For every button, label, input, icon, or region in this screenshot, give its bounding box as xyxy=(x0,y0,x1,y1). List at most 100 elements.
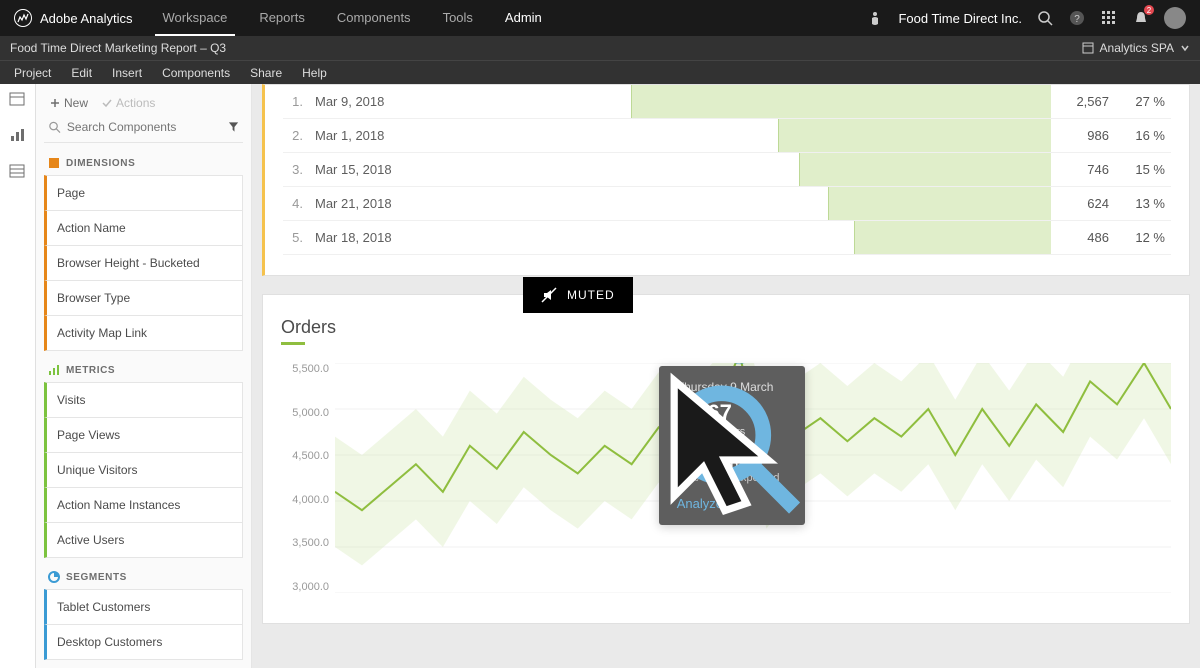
row-percent: 16 % xyxy=(1115,119,1171,153)
report-title: Food Time Direct Marketing Report – Q3 xyxy=(10,41,226,55)
row-date: Mar 21, 2018 xyxy=(309,187,631,221)
metric-item[interactable]: Unique Visitors xyxy=(44,452,243,488)
metric-item[interactable]: Visits xyxy=(44,382,243,418)
nav-components[interactable]: Components xyxy=(321,0,427,36)
metric-item[interactable]: Active Users xyxy=(44,522,243,558)
muted-badge: MUTED xyxy=(523,277,633,313)
title-underline xyxy=(281,342,305,345)
y-tick: 3,500.0 xyxy=(281,537,329,549)
component-sidebar: New Actions DIMENSIONS Page Action Name … xyxy=(36,84,252,668)
help-icon[interactable]: ? xyxy=(1068,9,1086,27)
cursor-icon xyxy=(659,366,805,525)
table-row[interactable]: 1.Mar 9, 20182,56727 % xyxy=(283,85,1171,119)
dimensions-icon xyxy=(48,157,60,169)
notification-badge: 2 xyxy=(1144,5,1154,15)
adobe-analytics-icon xyxy=(14,9,32,27)
avatar[interactable] xyxy=(1164,7,1186,29)
nav-admin[interactable]: Admin xyxy=(489,0,558,36)
menu-share[interactable]: Share xyxy=(240,66,292,80)
chart-area: 5,500.05,000.04,500.04,000.03,500.03,000… xyxy=(281,363,1171,593)
menu-project[interactable]: Project xyxy=(4,66,61,80)
chart-tooltip: Thursday 9 March 2,567 Online Orders ANO… xyxy=(659,366,805,525)
segments-icon xyxy=(48,571,60,583)
row-date: Mar 18, 2018 xyxy=(309,221,631,255)
line-chart-panel: MUTED Orders 5,500.05,000.04,500.04,000.… xyxy=(262,294,1190,624)
y-tick: 4,000.0 xyxy=(281,494,329,506)
table-row[interactable]: 4.Mar 21, 2018 62413 % xyxy=(283,187,1171,221)
org-icon xyxy=(866,9,884,27)
rail-chart-icon[interactable] xyxy=(9,128,27,146)
menu-help[interactable]: Help xyxy=(292,66,337,80)
row-bar xyxy=(631,153,1051,187)
muted-icon xyxy=(541,287,557,303)
row-date: Mar 15, 2018 xyxy=(309,153,631,187)
menu-components[interactable]: Components xyxy=(152,66,240,80)
rail-table-icon[interactable] xyxy=(9,164,27,182)
row-value: 2,567 xyxy=(1051,85,1115,119)
dimension-item[interactable]: Action Name xyxy=(44,210,243,246)
filter-icon[interactable] xyxy=(228,121,239,133)
report-title-bar: Food Time Direct Marketing Report – Q3 A… xyxy=(0,36,1200,60)
row-percent: 27 % xyxy=(1115,85,1171,119)
top-right-controls: Food Time Direct Inc. ? 2 xyxy=(866,7,1200,29)
notifications-icon[interactable]: 2 xyxy=(1132,9,1150,27)
actions-button[interactable]: Actions xyxy=(102,96,155,110)
row-bar xyxy=(631,119,1051,153)
row-value: 986 xyxy=(1051,119,1115,153)
top-nav-bar: Adobe Analytics Workspace Reports Compon… xyxy=(0,0,1200,36)
metric-item[interactable]: Page Views xyxy=(44,417,243,453)
row-value: 486 xyxy=(1051,221,1115,255)
chart-plot[interactable]: Thursday 9 March 2,567 Online Orders ANO… xyxy=(335,363,1171,593)
row-percent: 13 % xyxy=(1115,187,1171,221)
dimension-item[interactable]: Page xyxy=(44,175,243,211)
dimension-item[interactable]: Browser Type xyxy=(44,280,243,316)
nav-reports[interactable]: Reports xyxy=(243,0,321,36)
search-icon xyxy=(48,120,61,134)
y-tick: 5,000.0 xyxy=(281,407,329,419)
chart-title: Orders xyxy=(281,317,1171,338)
workspace-canvas: 1.Mar 9, 20182,56727 %2.Mar 1, 2018 98616… xyxy=(252,84,1200,668)
y-tick: 3,000.0 xyxy=(281,581,329,593)
y-tick: 5,500.0 xyxy=(281,363,329,375)
row-percent: 15 % xyxy=(1115,153,1171,187)
row-bar xyxy=(631,85,1051,119)
table-row[interactable]: 5.Mar 18, 201848612 % xyxy=(283,221,1171,255)
row-value: 624 xyxy=(1051,187,1115,221)
check-icon xyxy=(102,98,112,108)
top-nav: Workspace Reports Components Tools Admin xyxy=(147,0,558,36)
new-button[interactable]: New xyxy=(50,96,88,110)
chevron-down-icon xyxy=(1180,43,1190,53)
row-rank: 4. xyxy=(283,187,309,221)
table-row[interactable]: 2.Mar 1, 2018 98616 % xyxy=(283,119,1171,153)
nav-tools[interactable]: Tools xyxy=(427,0,489,36)
apps-icon[interactable] xyxy=(1100,9,1118,27)
table-row[interactable]: 3.Mar 15, 2018 74615 % xyxy=(283,153,1171,187)
menu-insert[interactable]: Insert xyxy=(102,66,152,80)
plus-icon xyxy=(50,98,60,108)
brand-logo: Adobe Analytics xyxy=(0,9,147,27)
metric-item[interactable]: Action Name Instances xyxy=(44,487,243,523)
metrics-header: METRICS xyxy=(44,364,243,382)
row-rank: 2. xyxy=(283,119,309,153)
segment-item[interactable]: Desktop Customers xyxy=(44,624,243,660)
row-rank: 3. xyxy=(283,153,309,187)
search-icon[interactable] xyxy=(1036,9,1054,27)
left-icon-rail xyxy=(0,84,36,668)
workspace-selector[interactable]: Analytics SPA xyxy=(1082,41,1190,55)
search-components-input[interactable] xyxy=(67,120,222,134)
row-date: Mar 1, 2018 xyxy=(309,119,631,153)
row-rank: 5. xyxy=(283,221,309,255)
rail-panel-icon[interactable] xyxy=(9,92,27,110)
row-bar xyxy=(631,221,1051,255)
dimensions-header: DIMENSIONS xyxy=(44,157,243,175)
org-name[interactable]: Food Time Direct Inc. xyxy=(898,11,1022,26)
nav-workspace[interactable]: Workspace xyxy=(147,0,244,36)
menu-edit[interactable]: Edit xyxy=(61,66,102,80)
y-axis-labels: 5,500.05,000.04,500.04,000.03,500.03,000… xyxy=(281,363,335,593)
row-value: 746 xyxy=(1051,153,1115,187)
svg-text:?: ? xyxy=(1074,14,1080,25)
dimension-item[interactable]: Activity Map Link xyxy=(44,315,243,351)
dimension-item[interactable]: Browser Height - Bucketed xyxy=(44,245,243,281)
segment-item[interactable]: Tablet Customers xyxy=(44,589,243,625)
panel-icon xyxy=(1082,42,1094,54)
